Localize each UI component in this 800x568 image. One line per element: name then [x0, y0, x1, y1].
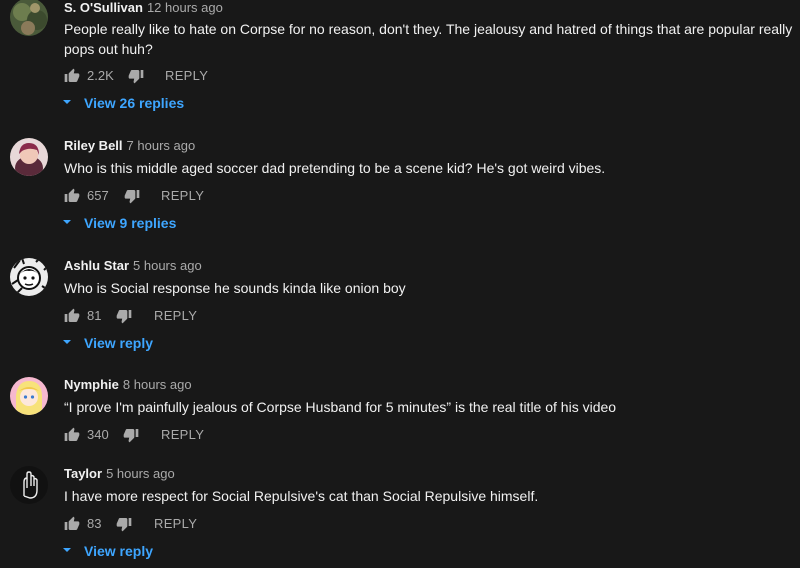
reply-button[interactable]: REPLY: [161, 427, 204, 443]
like-count: 81: [87, 308, 102, 323]
thumbs-down-icon[interactable]: [128, 68, 144, 84]
author-name[interactable]: Riley Bell: [64, 138, 123, 153]
view-replies-button[interactable]: View 9 replies: [62, 214, 176, 232]
avatar[interactable]: [10, 377, 48, 415]
timestamp[interactable]: 5 hours ago: [133, 258, 202, 273]
thumbs-down-icon[interactable]: [123, 427, 139, 443]
view-replies-button[interactable]: View 26 replies: [62, 94, 184, 112]
avatar[interactable]: [10, 138, 48, 176]
like-count: 2.2K: [87, 68, 114, 83]
caret-down-icon: [63, 548, 71, 553]
thumbs-down-icon[interactable]: [116, 308, 132, 324]
view-replies-button[interactable]: View reply: [62, 334, 153, 352]
avatar[interactable]: [10, 466, 48, 504]
thumbs-up-icon[interactable]: [64, 188, 80, 204]
thumbs-down-icon[interactable]: [116, 516, 132, 532]
comment-header: S. O'Sullivan 12 hours ago: [64, 0, 223, 16]
view-replies-label: View reply: [84, 335, 154, 351]
caret-down-icon: [63, 100, 71, 105]
reply-button[interactable]: REPLY: [161, 188, 204, 204]
author-name[interactable]: Ashlu Star: [64, 258, 129, 273]
timestamp[interactable]: 8 hours ago: [123, 377, 192, 392]
like-count: 83: [87, 516, 102, 531]
author-name[interactable]: Taylor: [64, 466, 102, 481]
view-replies-label: View 9 replies: [84, 215, 177, 231]
reply-button[interactable]: REPLY: [154, 516, 197, 532]
thumbs-down-icon[interactable]: [124, 188, 140, 204]
caret-down-icon: [63, 220, 71, 225]
reply-button[interactable]: REPLY: [165, 68, 208, 84]
comment-header: Riley Bell 7 hours ago: [64, 138, 195, 154]
comment-text: I have more respect for Social Repulsive…: [64, 488, 539, 504]
view-replies-label: View reply: [84, 543, 154, 559]
like-count: 657: [87, 188, 109, 203]
thumbs-up-icon[interactable]: [64, 308, 80, 324]
timestamp[interactable]: 12 hours ago: [147, 0, 223, 15]
comment-header: Taylor 5 hours ago: [64, 466, 175, 482]
avatar[interactable]: [10, 0, 48, 36]
timestamp[interactable]: 7 hours ago: [127, 138, 196, 153]
view-replies-label: View 26 replies: [84, 95, 185, 111]
comment-text: “I prove I'm painfully jealous of Corpse…: [64, 399, 617, 415]
view-replies-button[interactable]: View reply: [62, 542, 153, 560]
thumbs-up-icon[interactable]: [64, 427, 80, 443]
caret-down-icon: [63, 340, 71, 345]
like-count: 340: [87, 427, 109, 442]
reply-button[interactable]: REPLY: [154, 308, 197, 324]
comment-text: People really like to hate on Corpse for…: [64, 21, 793, 57]
author-name[interactable]: Nymphie: [64, 377, 119, 392]
comment-header: Nymphie 8 hours ago: [64, 377, 192, 393]
author-name[interactable]: S. O'Sullivan: [64, 0, 143, 15]
thumbs-up-icon[interactable]: [64, 516, 80, 532]
timestamp[interactable]: 5 hours ago: [106, 466, 175, 481]
avatar[interactable]: [10, 258, 48, 296]
comment-text: Who is Social response he sounds kinda l…: [64, 280, 406, 296]
comment-header: Ashlu Star 5 hours ago: [64, 258, 202, 274]
comment-text: Who is this middle aged soccer dad prete…: [64, 160, 606, 176]
thumbs-up-icon[interactable]: [64, 68, 80, 84]
